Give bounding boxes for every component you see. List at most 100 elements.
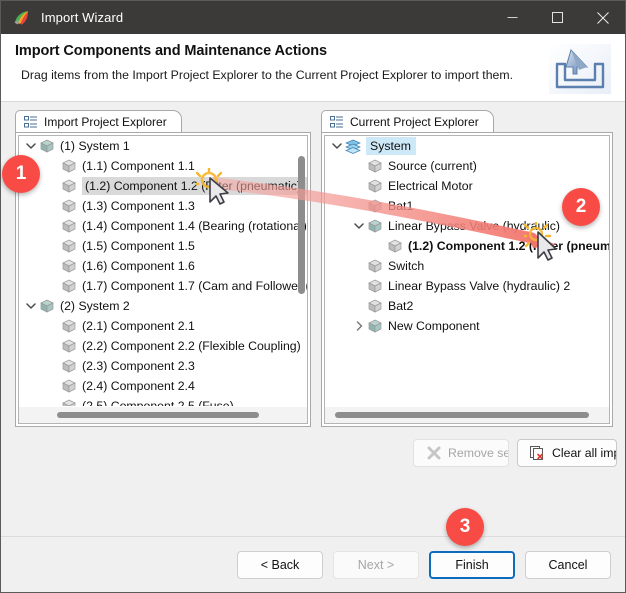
tree-view-icon — [330, 115, 344, 129]
twisty-placeholder — [45, 156, 61, 176]
right-tabstrip: Current Project Explorer — [321, 110, 613, 132]
left-vscroll-thumb[interactable] — [298, 156, 305, 294]
cube-teal-icon — [367, 318, 383, 334]
tree-item-label: (2.1) Component 2.1 — [82, 318, 195, 333]
left-tree-container[interactable]: (1) System 1 (1.1) Component 1.1 (1.2) Com… — [18, 135, 308, 424]
cube-grey-icon — [61, 278, 77, 294]
twisty-placeholder — [351, 196, 367, 216]
chevron-down-icon[interactable] — [23, 136, 39, 156]
tree-item-left-1[interactable]: (1.1) Component 1.1 — [19, 156, 307, 176]
window-title: Import Wizard — [41, 10, 124, 25]
tree-item-left-7[interactable]: (1.7) Component 1.7 (Cam and Follower ( — [19, 276, 307, 296]
tree-item-right-0[interactable]: System — [325, 136, 609, 156]
clear-all-imports-label: Clear all imp — [552, 446, 617, 460]
title-bar: Import Wizard — [1, 1, 625, 34]
chevron-down-icon[interactable] — [23, 296, 39, 316]
import-wizard-window: Import Wizard Import Components and Main… — [0, 0, 626, 593]
tab-label: Current Project Explorer — [350, 114, 479, 129]
finish-button[interactable]: Finish — [429, 550, 515, 579]
twisty-placeholder — [351, 176, 367, 196]
tree-item-left-5[interactable]: (1.5) Component 1.5 — [19, 236, 307, 256]
back-button[interactable]: < Back — [237, 550, 323, 579]
clear-all-imports-button[interactable]: Clear all imp — [517, 439, 617, 467]
twisty-placeholder — [45, 276, 61, 296]
left-horizontal-scrollbar[interactable] — [19, 406, 307, 423]
cancel-button[interactable]: Cancel — [525, 550, 611, 579]
tree-item-right-4[interactable]: Linear Bypass Valve (hydraulic) — [325, 216, 609, 236]
tree-item-left-4[interactable]: (1.4) Component 1.4 (Bearing (rotational… — [19, 216, 307, 236]
window-controls — [490, 1, 625, 34]
right-panel-frame: System Source (current) Electrical Motor Ba… — [321, 132, 613, 427]
tree-item-label: Linear Bypass Valve (hydraulic) 2 — [388, 278, 571, 293]
cube-grey-icon — [367, 298, 383, 314]
import-project-explorer-panel: Import Project Explorer (1) System 1 (1.1… — [15, 110, 311, 427]
clear-all-icon — [530, 445, 546, 461]
cube-grey-icon — [61, 378, 77, 394]
right-hscroll-thumb[interactable] — [335, 412, 589, 418]
tree-item-right-7[interactable]: Linear Bypass Valve (hydraulic) 2 — [325, 276, 609, 296]
tree-item-label: Bat1 — [388, 198, 414, 213]
tree-item-left-8[interactable]: (2) System 2 — [19, 296, 307, 316]
tree-item-right-1[interactable]: Source (current) — [325, 156, 609, 176]
tree-item-left-3[interactable]: (1.3) Component 1.3 — [19, 196, 307, 216]
tree-item-left-11[interactable]: (2.3) Component 2.3 — [19, 356, 307, 376]
chevron-down-icon[interactable] — [351, 216, 367, 236]
tree-item-right-9[interactable]: New Component — [325, 316, 609, 336]
tree-item-right-5[interactable]: (1.2) Component 1.2 (Filter (pneumatic) — [325, 236, 609, 256]
current-tree[interactable]: System Source (current) Electrical Motor Ba… — [325, 136, 609, 407]
twisty-placeholder — [45, 336, 61, 356]
tree-item-left-0[interactable]: (1) System 1 — [19, 136, 307, 156]
tab-current-project-explorer[interactable]: Current Project Explorer — [321, 110, 494, 132]
tree-item-right-3[interactable]: Bat1 — [325, 196, 609, 216]
twisty-placeholder — [45, 176, 61, 196]
import-arrow-icon — [549, 44, 611, 94]
tree-item-label: Bat2 — [388, 298, 414, 313]
wizard-header: Import Components and Maintenance Action… — [1, 34, 625, 102]
tab-import-project-explorer[interactable]: Import Project Explorer — [15, 110, 182, 132]
tree-item-label: (1.2) Component 1.2 (Filter (pneumatic) — [408, 238, 609, 253]
tree-item-label: Electrical Motor — [388, 178, 473, 193]
cube-grey-icon — [61, 178, 77, 194]
tree-item-left-12[interactable]: (2.4) Component 2.4 — [19, 376, 307, 396]
chevron-down-icon[interactable] — [329, 136, 345, 156]
left-vertical-scrollbar[interactable] — [298, 140, 305, 396]
tree-item-left-6[interactable]: (1.6) Component 1.6 — [19, 256, 307, 276]
tree-item-label: (1.7) Component 1.7 (Cam and Follower ( — [82, 278, 307, 293]
tab-label: Import Project Explorer — [44, 114, 167, 129]
twisty-placeholder — [45, 236, 61, 256]
cube-grey-icon — [61, 338, 77, 354]
x-grey-icon — [426, 445, 442, 461]
tree-item-left-2[interactable]: (1.2) Component 1.2 (Filter (pneumatic)) — [19, 176, 307, 196]
import-tree[interactable]: (1) System 1 (1.1) Component 1.1 (1.2) Com… — [19, 136, 307, 407]
cube-teal-icon — [39, 138, 55, 154]
tree-item-left-9[interactable]: (2.1) Component 2.1 — [19, 316, 307, 336]
close-icon[interactable] — [580, 1, 625, 34]
tree-item-label: (2.4) Component 2.4 — [82, 378, 195, 393]
next-button[interactable]: Next > — [333, 550, 419, 579]
twisty-placeholder — [45, 316, 61, 336]
left-hscroll-thumb[interactable] — [57, 412, 259, 418]
minimize-icon[interactable] — [490, 1, 535, 34]
cube-grey-icon — [367, 258, 383, 274]
tree-item-label: (2.2) Component 2.2 (Flexible Coupling) — [82, 338, 301, 353]
tree-item-left-10[interactable]: (2.2) Component 2.2 (Flexible Coupling) — [19, 336, 307, 356]
twisty-placeholder — [45, 196, 61, 216]
tree-item-label: (1.4) Component 1.4 (Bearing (rotational… — [82, 218, 307, 233]
tree-item-label: Source (current) — [388, 158, 477, 173]
chevron-right-icon[interactable] — [351, 316, 367, 336]
twisty-placeholder — [45, 216, 61, 236]
tree-view-icon — [24, 115, 38, 129]
tree-item-right-2[interactable]: Electrical Motor — [325, 176, 609, 196]
tree-item-right-8[interactable]: Bat2 — [325, 296, 609, 316]
tree-item-right-6[interactable]: Switch — [325, 256, 609, 276]
left-tabstrip: Import Project Explorer — [15, 110, 311, 132]
cube-grey-icon — [367, 278, 383, 294]
maximize-icon[interactable] — [535, 1, 580, 34]
cube-grey-icon — [61, 158, 77, 174]
tree-item-label: (1.3) Component 1.3 — [82, 198, 195, 213]
twisty-placeholder — [351, 156, 367, 176]
remove-selected-button[interactable]: Remove sel — [413, 439, 509, 467]
tree-item-label: System — [366, 137, 416, 155]
right-horizontal-scrollbar[interactable] — [325, 406, 609, 423]
right-tree-container[interactable]: System Source (current) Electrical Motor Ba… — [324, 135, 610, 424]
